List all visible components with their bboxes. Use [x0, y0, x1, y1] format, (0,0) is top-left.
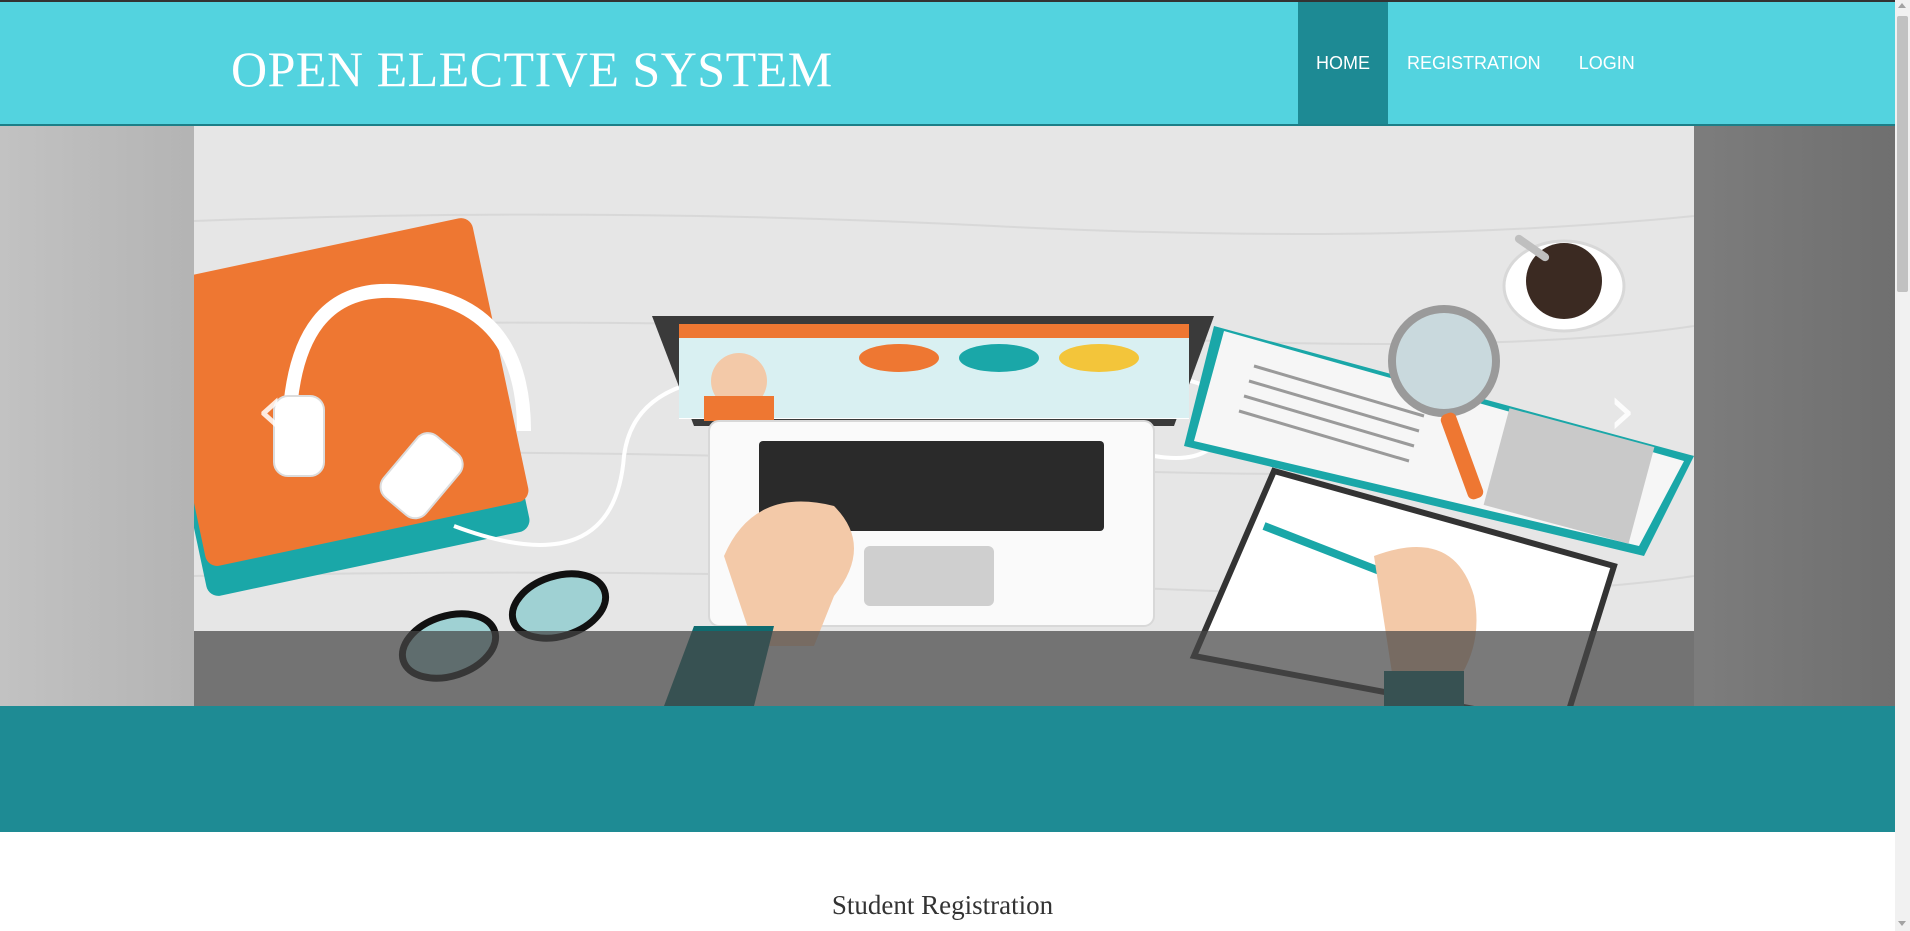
nav-login-link[interactable]: LOGIN [1560, 2, 1654, 124]
scroll-thumb[interactable] [1897, 16, 1908, 292]
carousel-slide-image [194, 126, 1694, 706]
site-header: OPEN ELECTIVE SYSTEM HOME REGISTRATION L… [0, 2, 1895, 126]
magnifier-illustration [1388, 305, 1500, 417]
chevron-right-icon[interactable]: › [1602, 370, 1642, 450]
chevron-left-icon[interactable]: ‹ [250, 370, 290, 450]
scroll-up-icon[interactable] [1898, 3, 1906, 8]
vertical-scrollbar[interactable] [1895, 0, 1910, 931]
carousel-caption-bar [194, 631, 1694, 706]
scroll-down-icon[interactable] [1898, 921, 1906, 926]
teal-band [0, 706, 1895, 832]
section-title: Student Registration [831, 890, 1054, 920]
nav-home-link[interactable]: HOME [1298, 2, 1388, 124]
nav-registration-link[interactable]: REGISTRATION [1388, 2, 1560, 124]
desk-illustration [194, 126, 1694, 706]
main-nav: HOME REGISTRATION LOGIN [1298, 2, 1654, 124]
site-title: OPEN ELECTIVE SYSTEM [231, 41, 833, 97]
